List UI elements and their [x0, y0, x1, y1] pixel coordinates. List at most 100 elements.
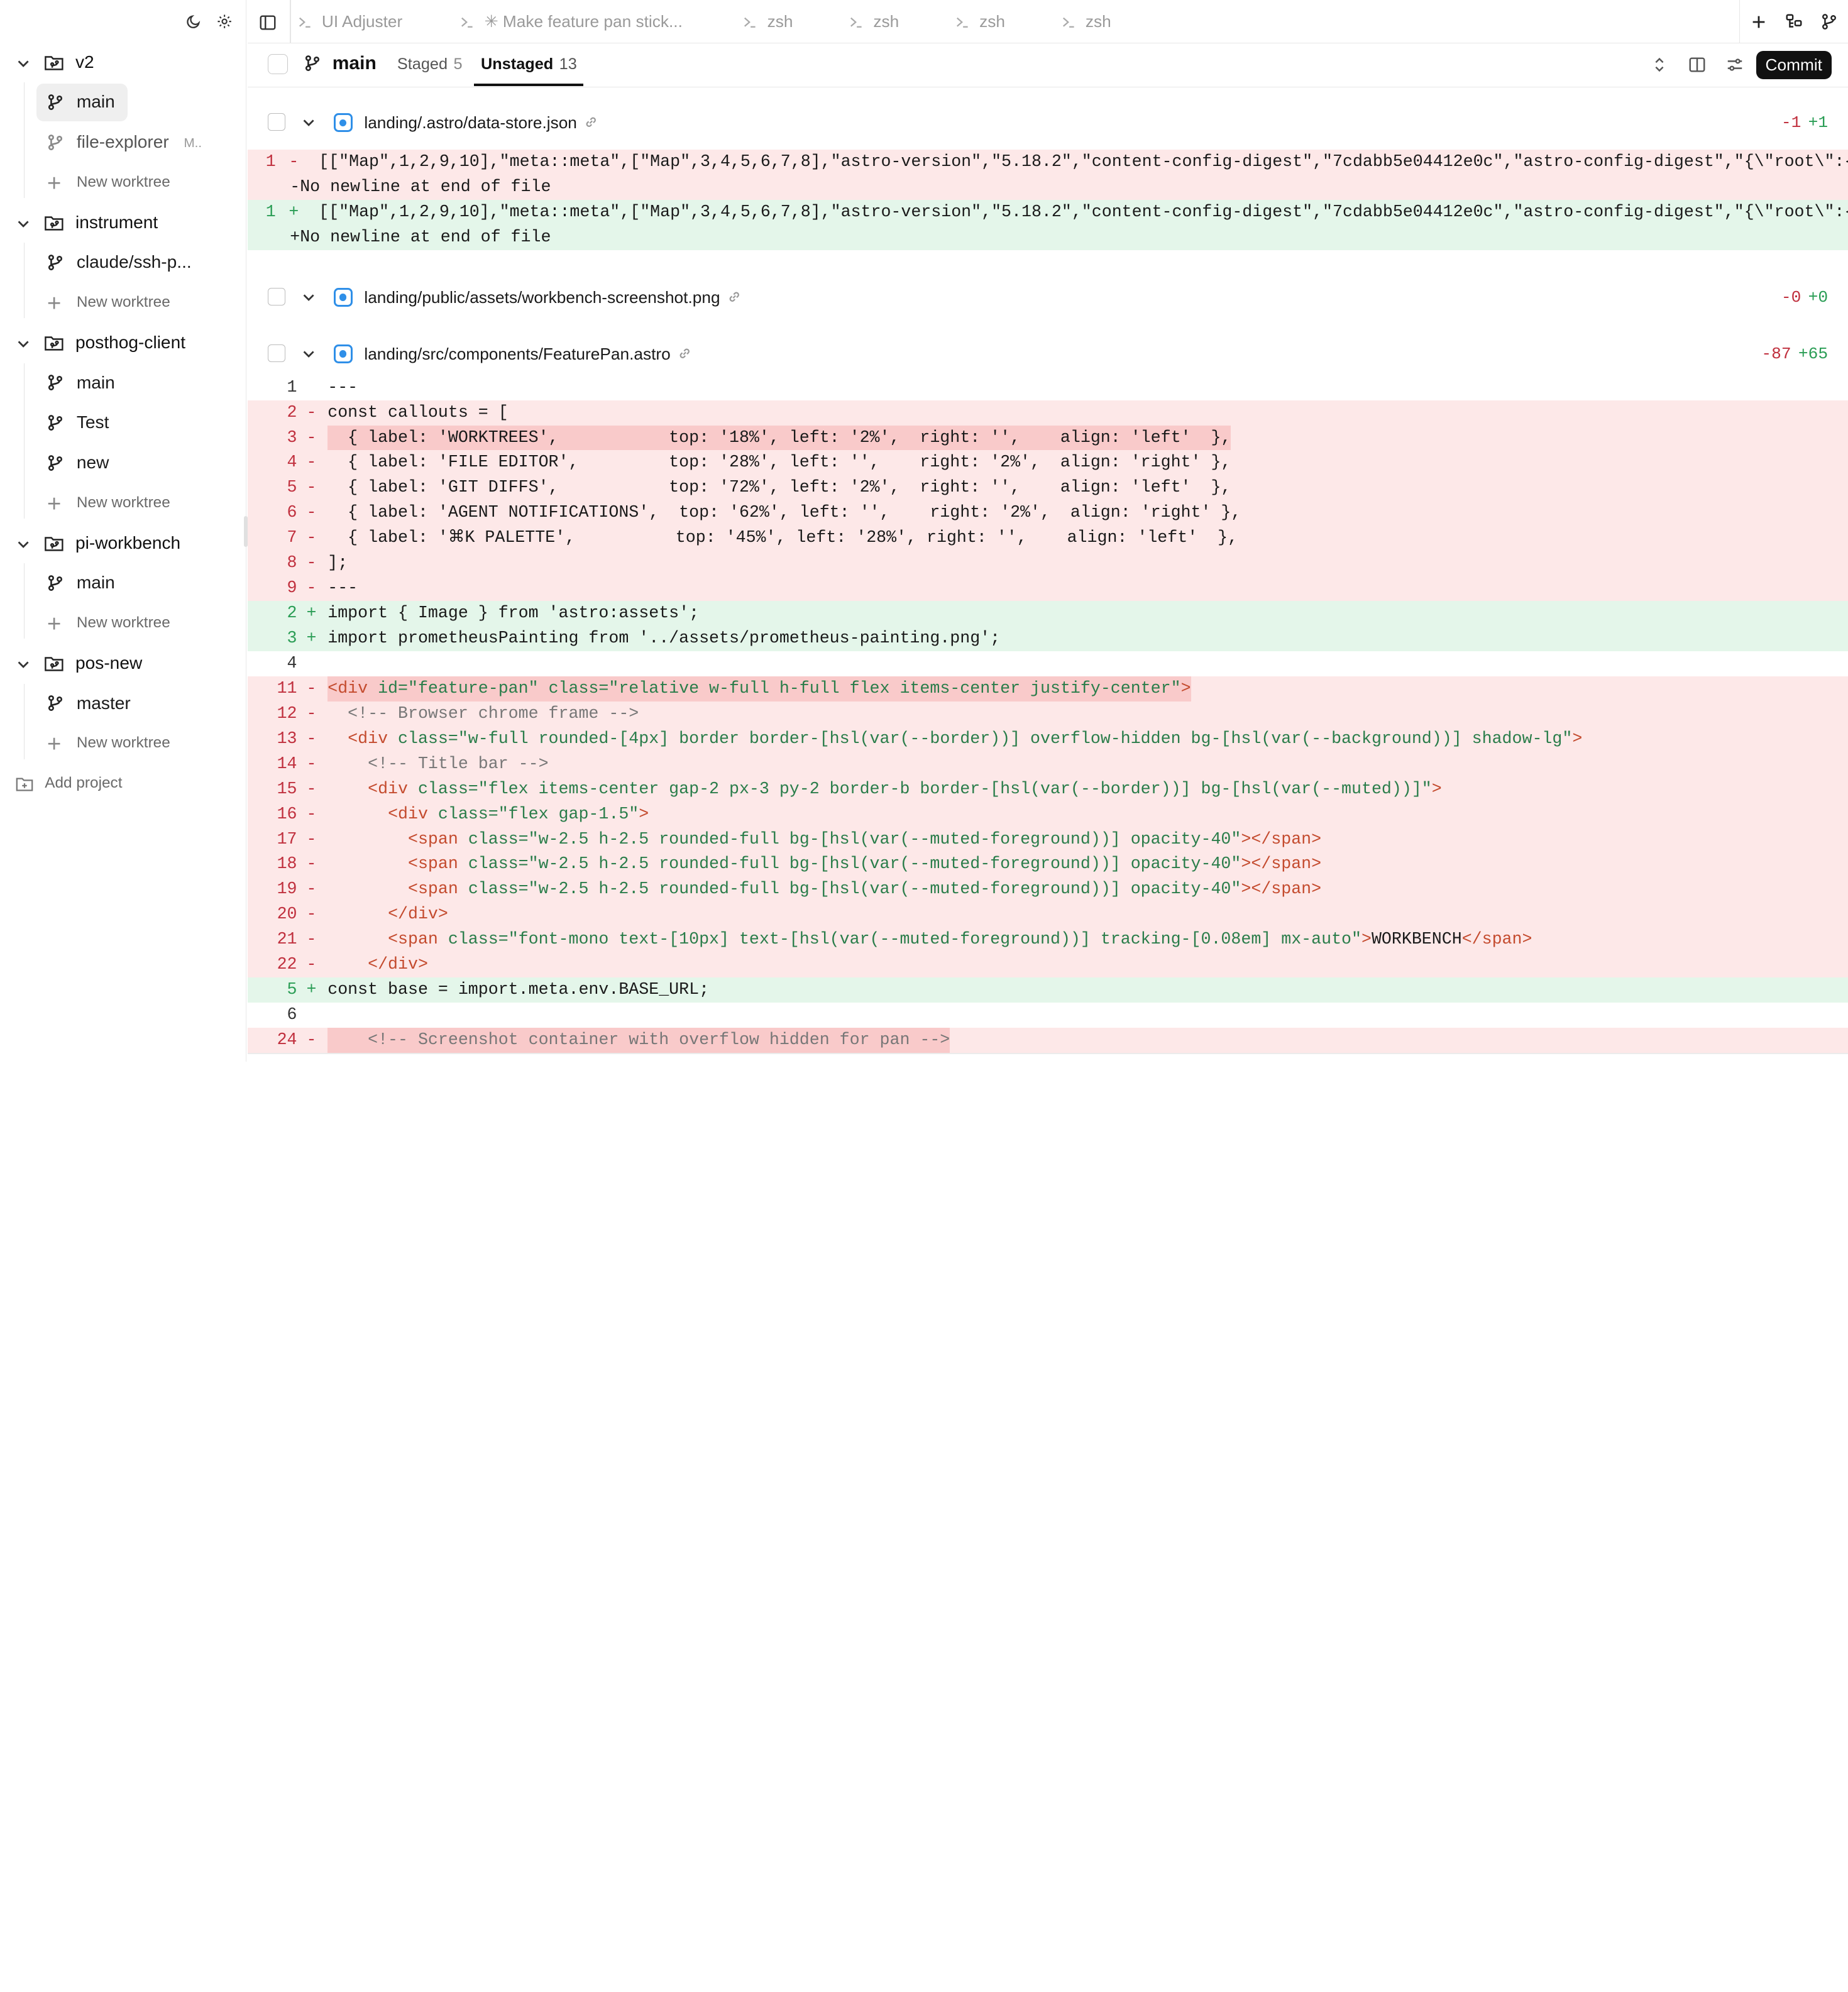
- link-icon[interactable]: [584, 114, 598, 129]
- diff-sign: -: [307, 852, 317, 877]
- diff-stats: -0+0: [1781, 288, 1828, 307]
- worktree-item[interactable]: main: [0, 82, 246, 123]
- plus-icon: [46, 615, 62, 632]
- diff-sign: -: [307, 752, 317, 777]
- new-worktree-button[interactable]: New worktree: [0, 603, 246, 644]
- new-worktree-button[interactable]: New worktree: [0, 283, 246, 323]
- tab-unstaged[interactable]: Unstaged13: [481, 55, 577, 74]
- plus-icon: [46, 175, 62, 191]
- link-icon[interactable]: [727, 289, 742, 304]
- file-path-text: landing/src/components/FeaturePan.astro: [364, 344, 670, 363]
- line-text: const base = import.meta.env.BASE_URL;: [327, 977, 709, 1003]
- tab-0[interactable]: UI Adjuster: [297, 0, 403, 43]
- line-text: +No newline at end of file: [290, 225, 551, 250]
- chevron-down-icon[interactable]: [300, 114, 317, 131]
- diff-sign: -: [307, 952, 317, 977]
- line-number: 7: [248, 526, 297, 551]
- worktree-item[interactable]: main: [0, 563, 246, 603]
- diff-sign: -: [307, 676, 317, 702]
- diff-sign: +: [289, 200, 299, 225]
- line-number: 4: [248, 651, 297, 676]
- line-number: 15: [248, 777, 297, 802]
- diff-sign: -: [307, 475, 317, 500]
- worktree-item[interactable]: master: [0, 684, 246, 724]
- diff-sign: -: [307, 400, 317, 426]
- file-path[interactable]: landing/src/components/FeaturePan.astro: [364, 344, 691, 364]
- tab-2[interactable]: zsh: [742, 0, 793, 43]
- deletions-count: -87: [1761, 344, 1791, 363]
- sidebar-toggle-icon[interactable]: [258, 13, 277, 32]
- diff-sign: -: [307, 827, 317, 852]
- new-worktree-button[interactable]: New worktree: [0, 483, 246, 524]
- diff-sign: -: [307, 902, 317, 927]
- diff-line: 14- <!-- Title bar -->: [248, 752, 1848, 777]
- tab-divider: [290, 0, 291, 43]
- line-number: 12: [248, 702, 297, 727]
- add-project-button[interactable]: Add project: [0, 764, 246, 804]
- modified-file-icon: [334, 344, 353, 363]
- new-worktree-button[interactable]: New worktree: [0, 163, 246, 203]
- gear-icon[interactable]: [215, 12, 234, 31]
- chevron-down-icon[interactable]: [15, 55, 31, 72]
- tree-guide-line: [24, 684, 25, 759]
- project-pi-workbench[interactable]: pi-workbench: [0, 524, 246, 564]
- moon-icon[interactable]: [184, 12, 203, 31]
- expand-collapse-icon[interactable]: [1650, 55, 1669, 74]
- chevron-down-icon[interactable]: [300, 289, 317, 305]
- project-group: pos-newmasterNew worktree: [0, 644, 246, 764]
- worktree-item[interactable]: file-explorerM..: [0, 123, 246, 163]
- tab-bar: UI Adjuster ✳ Make feature pan stick... zs…: [248, 0, 1848, 43]
- tab-label: ✳ Make feature pan stick...: [485, 12, 683, 31]
- tab-label: zsh: [873, 12, 899, 31]
- chevron-down-icon[interactable]: [15, 656, 31, 673]
- file-checkbox[interactable]: [268, 288, 285, 305]
- line-text: </div>: [327, 952, 428, 977]
- line-number: 18: [248, 852, 297, 877]
- project-v2[interactable]: v2: [0, 43, 246, 83]
- line-text: <span class="w-2.5 h-2.5 rounded-full bg…: [327, 877, 1321, 902]
- tab-4[interactable]: zsh: [955, 0, 1005, 43]
- split-view-icon[interactable]: [1688, 55, 1707, 74]
- line-text: </div>: [327, 902, 448, 927]
- project-pos-new[interactable]: pos-new: [0, 644, 246, 684]
- line-number: 1: [248, 200, 276, 225]
- line-text: <div id="feature-pan" class="relative w-…: [327, 676, 1191, 702]
- worktree-item[interactable]: Test: [0, 403, 246, 443]
- plus-icon[interactable]: [1749, 13, 1768, 31]
- new-worktree-label: New worktree: [77, 294, 170, 311]
- file-path[interactable]: landing/.astro/data-store.json: [364, 113, 598, 133]
- file-checkbox[interactable]: [268, 344, 285, 362]
- line-text: [["Map",1,2,9,10],"meta::meta",["Map",3,…: [309, 150, 1848, 175]
- chevron-down-icon[interactable]: [15, 216, 31, 232]
- link-icon[interactable]: [678, 346, 692, 360]
- tab-3[interactable]: zsh: [849, 0, 899, 43]
- worktree-item[interactable]: main: [0, 363, 246, 404]
- file-header: landing/src/components/FeaturePan.astro -…: [248, 319, 1848, 375]
- worktree-item[interactable]: new: [0, 443, 246, 483]
- diff-sign: -: [307, 927, 317, 952]
- line-number: 3: [248, 626, 297, 651]
- chevron-down-icon[interactable]: [15, 336, 31, 352]
- settings-sliders-icon[interactable]: [1725, 55, 1744, 74]
- tab-staged[interactable]: Staged5: [397, 55, 463, 74]
- git-branch-icon[interactable]: [1820, 13, 1839, 31]
- tab-5[interactable]: zsh: [1061, 0, 1111, 43]
- project-instrument[interactable]: instrument: [0, 203, 246, 243]
- chevron-down-icon[interactable]: [300, 346, 317, 362]
- tree-view-icon[interactable]: [1785, 13, 1803, 31]
- chevron-down-icon[interactable]: [15, 536, 31, 553]
- file-path[interactable]: landing/public/assets/workbench-screensh…: [364, 288, 741, 307]
- diff-line: -No newline at end of file: [248, 175, 1848, 200]
- project-posthog-client[interactable]: posthog-client: [0, 323, 246, 363]
- new-worktree-button[interactable]: New worktree: [0, 724, 246, 764]
- worktree-item[interactable]: claude/ssh-p...: [0, 243, 246, 283]
- file-checkbox[interactable]: [268, 113, 285, 131]
- line-text: -No newline at end of file: [290, 175, 551, 200]
- app-window: v2mainfile-explorerM..New worktreeinstru…: [0, 0, 1848, 1062]
- line-text: <!-- Screenshot container with overflow …: [327, 1028, 950, 1053]
- select-all-checkbox[interactable]: [268, 54, 288, 74]
- tab-1[interactable]: ✳ Make feature pan stick...: [459, 0, 683, 43]
- deletions-count: -0: [1781, 288, 1801, 307]
- commit-button[interactable]: Commit: [1756, 51, 1832, 79]
- line-text: ];: [327, 551, 348, 576]
